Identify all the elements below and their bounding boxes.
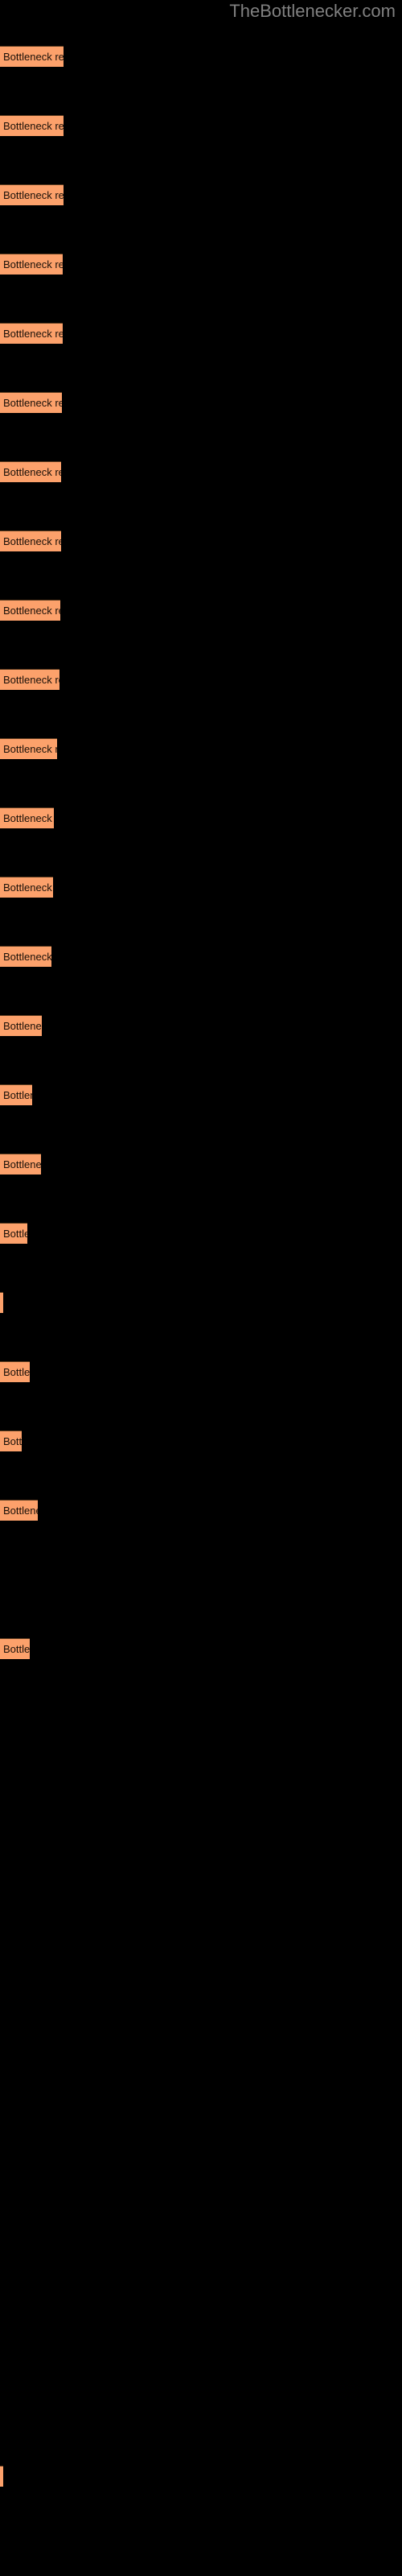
bottleneck-result-bar[interactable]: Bottleneck result xyxy=(0,1154,41,1174)
bottleneck-result-bar[interactable]: Bottleneck result xyxy=(0,184,64,205)
bottleneck-result-bar[interactable]: Bottleneck result xyxy=(0,461,61,482)
bottleneck-result-bar[interactable]: Bottleneck result xyxy=(0,1292,3,1313)
bar-label: Bottleneck result xyxy=(3,50,64,63)
bar-label: Bottleneck result xyxy=(3,1227,27,1240)
bottleneck-result-bar[interactable]: Bottleneck result xyxy=(0,600,60,621)
bar-label: Bottleneck result xyxy=(3,742,57,755)
bottleneck-result-bar[interactable]: Bottleneck result xyxy=(0,530,61,551)
bottleneck-result-bar[interactable]: Bottleneck result xyxy=(0,877,53,898)
bottleneck-result-bar[interactable]: Bottleneck result xyxy=(0,1430,22,1451)
bar-label: Bottleneck result xyxy=(3,327,63,340)
bottleneck-result-bar[interactable]: Bottleneck result xyxy=(0,392,62,413)
bar-label: Bottleneck result xyxy=(3,950,51,963)
bar-label: Bottleneck result xyxy=(3,1504,38,1517)
bar-label: Bottleneck result xyxy=(3,396,62,409)
bottleneck-bar-chart: Bottleneck result Bottleneck result Bottle… xyxy=(0,0,402,2576)
bottleneck-result-bar[interactable]: Bottleneck result xyxy=(0,1638,30,1659)
bottleneck-result-bar[interactable]: Bottleneck result xyxy=(0,46,64,67)
bar-label: Bottleneck result xyxy=(3,465,61,478)
bottleneck-result-bar[interactable]: Bottleneck result xyxy=(0,669,59,690)
bottleneck-result-bar[interactable]: Bottleneck result xyxy=(0,323,63,344)
bottleneck-result-bar[interactable]: Bottleneck result xyxy=(0,115,64,136)
bar-label: Bottleneck result xyxy=(3,119,64,132)
bottleneck-result-bar[interactable]: Bottleneck result xyxy=(0,1084,32,1105)
bar-label: Bottleneck result xyxy=(3,1019,42,1032)
bar-label: Bottleneck result xyxy=(3,188,64,201)
bar-label: Bottleneck result xyxy=(3,1435,22,1447)
bottleneck-result-bar[interactable]: Bottleneck result xyxy=(0,946,51,967)
bottleneck-result-bar[interactable]: Bottleneck result xyxy=(0,1361,30,1382)
bottleneck-result-bar[interactable]: Bottleneck result xyxy=(0,807,54,828)
bar-label: Bottleneck result xyxy=(3,1365,30,1378)
bar-label: Bottleneck result xyxy=(3,811,54,824)
bar-label: Bottleneck result xyxy=(3,258,63,270)
bar-label: Bottleneck result xyxy=(3,535,61,547)
bar-label: Bottleneck result xyxy=(3,1158,41,1170)
bottleneck-result-bar[interactable]: Bottleneck result xyxy=(0,738,57,759)
bar-label: Bottleneck result xyxy=(3,1642,30,1655)
bar-label: Bottleneck result xyxy=(3,604,60,617)
bottleneck-result-bar[interactable]: Bottleneck result xyxy=(0,2466,3,2487)
bar-label: Bottleneck result xyxy=(3,1088,32,1101)
bottleneck-result-bar[interactable]: Bottleneck result xyxy=(0,254,63,275)
bottleneck-result-bar[interactable]: Bottleneck result xyxy=(0,1500,38,1521)
bottleneck-result-bar[interactable]: Bottleneck result xyxy=(0,1223,27,1244)
bottleneck-result-bar[interactable]: Bottleneck result xyxy=(0,1015,42,1036)
bar-label: Bottleneck result xyxy=(3,673,59,686)
bar-label: Bottleneck result xyxy=(3,881,53,894)
